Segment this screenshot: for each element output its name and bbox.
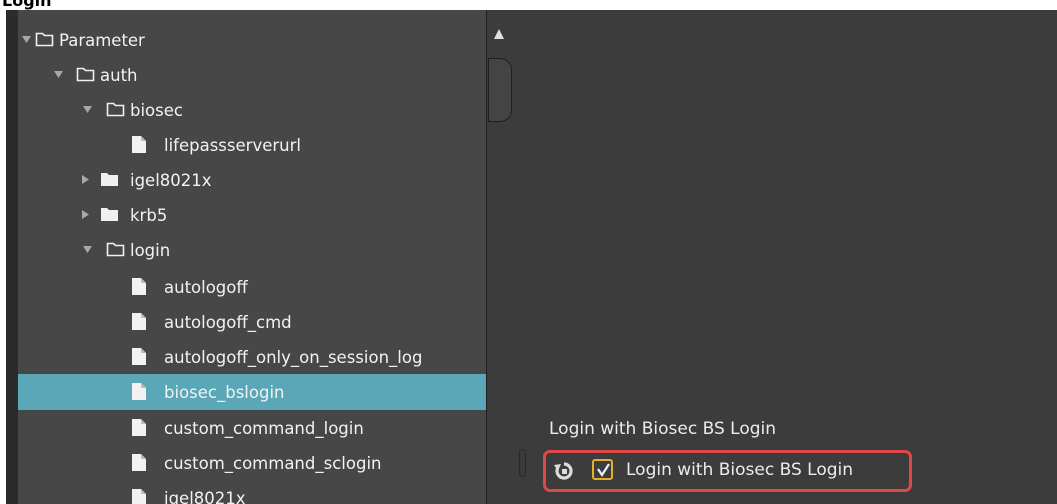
- tree-item-label: igel8021x: [130, 171, 212, 190]
- tree-item-custom-command-login[interactable]: custom_command_login: [18, 410, 486, 446]
- tree-item-label: auth: [100, 66, 138, 85]
- file-icon: [131, 480, 149, 504]
- setting-title: Login with Biosec BS Login: [549, 419, 777, 439]
- tree-item-auth[interactable]: auth: [18, 57, 486, 93]
- window-title: Login: [2, 0, 52, 10]
- folder-open-icon: [106, 92, 125, 128]
- tree-item-igel8021x-file[interactable]: igel8021x: [18, 480, 486, 504]
- tree-scrollbar[interactable]: [486, 10, 513, 504]
- title-strip: Login: [0, 0, 1057, 10]
- file-icon: [131, 269, 149, 305]
- tree-item-label: custom_command_login: [164, 419, 364, 438]
- login-biosec-checkbox[interactable]: [592, 459, 613, 480]
- collapsed-arrow-icon[interactable]: [81, 162, 93, 198]
- splitter-handle[interactable]: [519, 449, 526, 477]
- tree-item-label: igel8021x: [164, 489, 246, 504]
- file-icon: [131, 127, 149, 163]
- tree-gutter: [6, 10, 18, 504]
- tree-item-krb5[interactable]: krb5: [18, 197, 486, 233]
- tree-item-label: autologoff_only_on_session_log: [164, 348, 423, 367]
- tree-item-label: autologoff_cmd: [164, 313, 292, 332]
- tree-item-label: biosec: [130, 101, 183, 120]
- tree-item-biosec-bslogin[interactable]: biosec_bslogin: [18, 374, 486, 410]
- scrollbar-thumb[interactable]: [488, 58, 512, 122]
- file-icon: [131, 339, 149, 375]
- folder-closed-icon: [100, 162, 118, 198]
- tree-item-autologoff-only-on-session-log[interactable]: autologoff_only_on_session_log: [18, 339, 486, 375]
- collapsed-arrow-icon[interactable]: [81, 197, 93, 233]
- tree-item-custom-command-sclogin[interactable]: custom_command_sclogin: [18, 445, 486, 481]
- tree-item-igel8021x-folder[interactable]: igel8021x: [18, 162, 486, 198]
- expand-arrow-icon[interactable]: [22, 22, 34, 58]
- expand-arrow-icon[interactable]: [83, 92, 95, 128]
- tree-item-label: krb5: [130, 206, 168, 225]
- folder-open-icon: [35, 22, 54, 58]
- folder-open-icon: [106, 232, 125, 268]
- expand-arrow-icon[interactable]: [83, 232, 95, 268]
- folder-closed-icon: [100, 197, 118, 233]
- tree-item-autologoff[interactable]: autologoff: [18, 269, 486, 305]
- parameter-tree: Parameter auth biosec lifepassserverurl …: [18, 10, 486, 504]
- file-icon: [131, 410, 149, 446]
- tree-item-label: biosec_bslogin: [164, 383, 285, 402]
- expand-arrow-icon[interactable]: [54, 57, 66, 93]
- tree-item-login[interactable]: login: [18, 232, 486, 268]
- tree-item-label: login: [130, 241, 171, 260]
- tree-item-label: Parameter: [59, 31, 145, 50]
- tree-item-autologoff-cmd[interactable]: autologoff_cmd: [18, 304, 486, 340]
- file-icon: [131, 304, 149, 340]
- tree-item-biosec[interactable]: biosec: [18, 92, 486, 128]
- scroll-up-arrow-icon[interactable]: [494, 24, 504, 43]
- tree-item-label: lifepassserverurl: [164, 136, 301, 155]
- tree-item-label: autologoff: [164, 278, 248, 297]
- file-icon: [131, 374, 149, 410]
- checkbox-label[interactable]: Login with Biosec BS Login: [626, 460, 853, 480]
- tree-item-lifepassserverurl[interactable]: lifepassserverurl: [18, 127, 486, 163]
- tree-item-label: custom_command_sclogin: [164, 454, 382, 473]
- folder-open-icon: [76, 57, 95, 93]
- file-icon: [131, 445, 149, 481]
- tree-item-parameter[interactable]: Parameter: [18, 22, 486, 58]
- reset-icon[interactable]: [553, 461, 575, 485]
